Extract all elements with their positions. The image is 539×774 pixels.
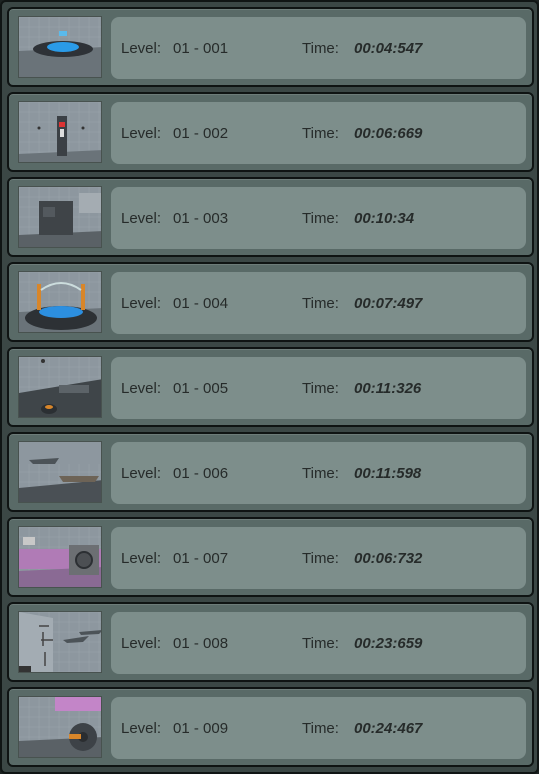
time-value: 00:06:669 (354, 125, 423, 142)
level-info-box: Level: 01 - 008 Time: 00:23:659 (111, 612, 526, 674)
level-number: 01 - 001 (173, 40, 229, 57)
level-info-box: Level: 01 - 002 Time: 00:06:669 (111, 102, 526, 164)
level-number: 01 - 004 (173, 295, 229, 312)
level-times-panel: Level: 01 - 001 Time: 00:04:547 Level: 0… (0, 0, 539, 774)
level-info-box: Level: 01 - 001 Time: 00:04:547 (111, 17, 526, 79)
time-value: 00:07:497 (354, 295, 423, 312)
level-preview-wall-switch-icon (18, 101, 102, 163)
time-label: Time: (302, 125, 339, 142)
level-label: Level: (121, 380, 162, 397)
level-info-box: Level: 01 - 005 Time: 00:11:326 (111, 357, 526, 419)
level-row-6[interactable]: Level: 01 - 006 Time: 00:11:598 (7, 432, 534, 512)
level-info-box: Level: 01 - 004 Time: 00:07:497 (111, 272, 526, 334)
level-row-5[interactable]: Level: 01 - 005 Time: 00:11:326 (7, 347, 534, 427)
level-info-box: Level: 01 - 007 Time: 00:06:732 (111, 527, 526, 589)
level-row-1[interactable]: Level: 01 - 001 Time: 00:04:547 (7, 7, 534, 87)
time-label: Time: (302, 550, 339, 567)
time-label: Time: (302, 465, 339, 482)
level-preview-maze-wall-icon (18, 611, 102, 673)
level-row-3[interactable]: Level: 01 - 003 Time: 00:10:34 (7, 177, 534, 257)
time-value: 00:24:467 (354, 720, 423, 737)
time-label: Time: (302, 720, 339, 737)
time-label: Time: (302, 635, 339, 652)
level-number: 01 - 005 (173, 380, 229, 397)
level-row-4[interactable]: Level: 01 - 004 Time: 00:07:497 (7, 262, 534, 342)
level-preview-turret-room-icon (18, 696, 102, 758)
level-label: Level: (121, 40, 162, 57)
level-number: 01 - 008 (173, 635, 229, 652)
level-info-box: Level: 01 - 006 Time: 00:11:598 (111, 442, 526, 504)
level-row-8[interactable]: Level: 01 - 008 Time: 00:23:659 (7, 602, 534, 682)
level-row-7[interactable]: Level: 01 - 007 Time: 00:06:732 (7, 517, 534, 597)
level-label: Level: (121, 550, 162, 567)
level-preview-teleporter-pad-icon (18, 16, 102, 78)
level-row-2[interactable]: Level: 01 - 002 Time: 00:06:669 (7, 92, 534, 172)
level-preview-dark-floor-icon (18, 356, 102, 418)
level-label: Level: (121, 295, 162, 312)
time-value: 00:06:732 (354, 550, 423, 567)
time-value: 00:11:598 (354, 465, 422, 482)
level-preview-blocks-room-icon (18, 186, 102, 248)
level-preview-portal-arch-icon (18, 271, 102, 333)
time-value: 00:10:34 (354, 210, 415, 227)
level-number: 01 - 009 (173, 720, 229, 737)
level-row-9[interactable]: Level: 01 - 009 Time: 00:24:467 (7, 687, 534, 767)
level-info-box: Level: 01 - 003 Time: 00:10:34 (111, 187, 526, 249)
level-label: Level: (121, 125, 162, 142)
level-label: Level: (121, 210, 162, 227)
time-label: Time: (302, 380, 339, 397)
time-value: 00:04:547 (354, 40, 423, 57)
level-number: 01 - 002 (173, 125, 229, 142)
level-preview-cube-room-icon (18, 526, 102, 588)
level-label: Level: (121, 465, 162, 482)
level-number: 01 - 003 (173, 210, 229, 227)
time-value: 00:11:326 (354, 380, 422, 397)
level-number: 01 - 006 (173, 465, 229, 482)
time-label: Time: (302, 295, 339, 312)
level-preview-floating-platforms-icon (18, 441, 102, 503)
level-number: 01 - 007 (173, 550, 229, 567)
time-label: Time: (302, 40, 339, 57)
level-label: Level: (121, 720, 162, 737)
time-label: Time: (302, 210, 339, 227)
level-label: Level: (121, 635, 162, 652)
level-info-box: Level: 01 - 009 Time: 00:24:467 (111, 697, 526, 759)
time-value: 00:23:659 (354, 635, 423, 652)
